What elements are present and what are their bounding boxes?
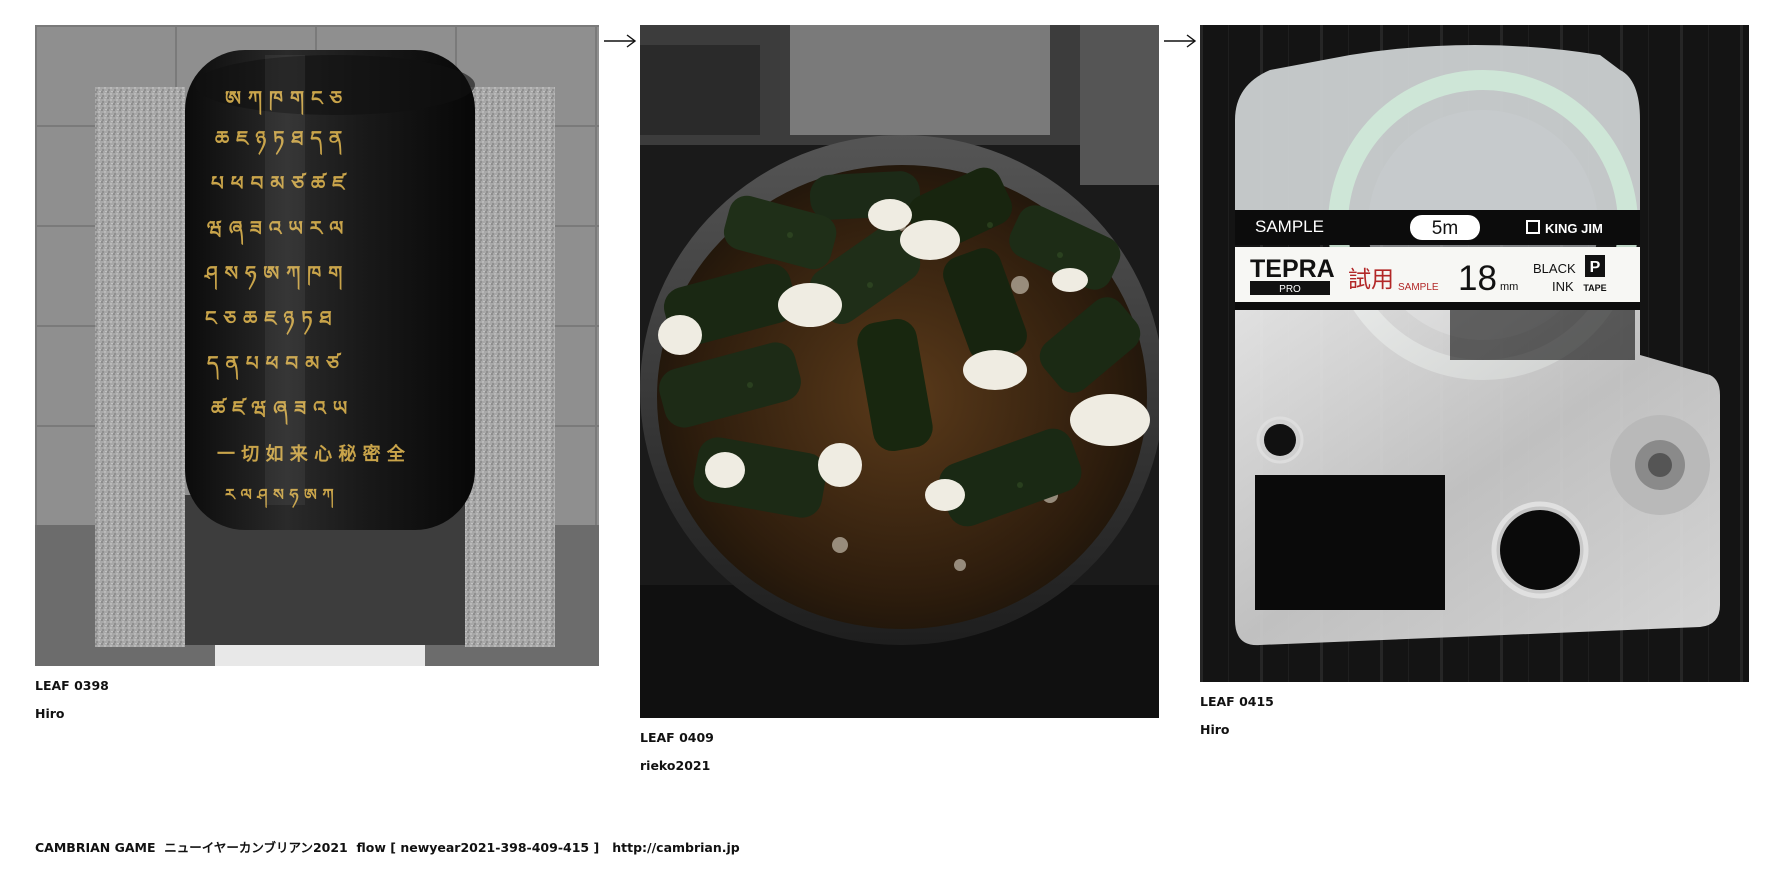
stone-monument-photo-drawing: ཨ ཀ ཁ ག ང ཅ ཆ ཇ ཉ ཏ ཐ ད ན པ ཕ བ མ ཙ ཚ ཛ … — [35, 25, 599, 666]
cassette-ink-line2-text: INK — [1552, 279, 1574, 294]
cassette-width-text: 18 — [1458, 259, 1497, 298]
cassette-tape-word-text: TAPE — [1583, 283, 1606, 293]
arrow-right-icon — [1164, 34, 1197, 48]
cassette-ink-line1-text: BLACK — [1533, 261, 1576, 276]
arrow-right-icon — [604, 34, 637, 48]
svg-text:一 切 如 来 心 秘 密 全: 一 切 如 来 心 秘 密 全 — [217, 443, 406, 465]
leaf-id-label: LEAF 0409 — [640, 730, 714, 745]
footer-flow-label: flow — [356, 840, 386, 855]
leaf-id-label: LEAF 0415 — [1200, 694, 1274, 709]
cassette-sample-text: SAMPLE — [1255, 217, 1324, 236]
cassette-maker-text: KING JIM — [1545, 221, 1603, 236]
leaf-author-link[interactable]: rieko2021 — [640, 758, 1159, 773]
footer-site-link[interactable]: http://cambrian.jp — [612, 840, 740, 855]
leaf-card-0398: ཨ ཀ ཁ ག ང ཅ ཆ ཇ ཉ ཏ ཐ ད ན པ ཕ བ མ ཙ ཚ ཛ … — [35, 25, 599, 721]
cassette-trial-sample-text: SAMPLE — [1398, 282, 1439, 293]
leaf-id-label: LEAF 0398 — [35, 678, 109, 693]
leaf-photo-label-tape[interactable]: SAMPLE 5m KING JIM TEPRA PRO 試用 SAMPLE 1… — [1200, 25, 1749, 682]
leaf-photo-stone-monument[interactable]: ཨ ཀ ཁ ག ང ཅ ཆ ཇ ཉ ཏ ཐ ད ན པ ཕ བ མ ཙ ཚ ཛ … — [35, 25, 599, 666]
footer-game-name: CAMBRIAN GAME — [35, 840, 156, 855]
footer-event-name: ニューイヤーカンブリアン2021 — [164, 840, 348, 855]
cassette-trial-text: 試用 — [1348, 266, 1394, 292]
svg-text:P: P — [1590, 259, 1601, 276]
leaf-author-link[interactable]: Hiro — [1200, 722, 1749, 737]
leaf-author-link[interactable]: Hiro — [35, 706, 599, 721]
cassette-width-unit-text: mm — [1500, 281, 1518, 293]
footer-flow-id: [ newyear2021-398-409-415 ] — [390, 840, 600, 855]
cassette-length-text: 5m — [1432, 218, 1458, 239]
label-tape-cassette-photo-drawing: SAMPLE 5m KING JIM TEPRA PRO 試用 SAMPLE 1… — [1200, 25, 1749, 682]
leaf-photo-fried-nori[interactable] — [640, 25, 1159, 718]
cassette-brand-text: TEPRA — [1250, 255, 1335, 283]
page-footer: CAMBRIAN GAME ニューイヤーカンブリアン2021 flow [ ne… — [35, 840, 740, 855]
leaf-card-0415: SAMPLE 5m KING JIM TEPRA PRO 試用 SAMPLE 1… — [1200, 25, 1749, 737]
fried-nori-rolls-photo-drawing — [640, 25, 1159, 718]
leaf-card-0409: LEAF 0409 rieko2021 — [640, 25, 1159, 773]
cassette-brand-sub-text: PRO — [1279, 284, 1301, 295]
